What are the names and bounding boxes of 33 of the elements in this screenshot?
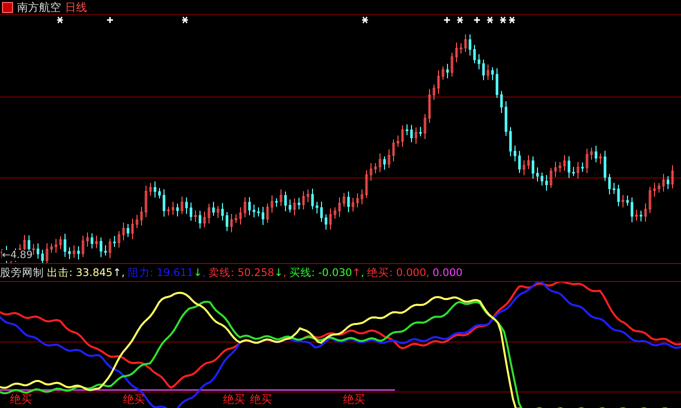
period-label: 日线 — [65, 0, 87, 14]
asterisk-icon — [486, 16, 494, 24]
low-price-label: ←4.89 — [2, 250, 33, 261]
signal-label: 绝买 — [223, 392, 245, 407]
plus-icon — [473, 16, 481, 24]
asterisk-icon — [361, 16, 369, 24]
separator: , — [360, 266, 364, 278]
indicator-reading: 买线: -0.030 — [289, 266, 352, 278]
trend-arrow: ↓ — [193, 266, 202, 278]
plus-icon — [443, 16, 451, 24]
signal-label: 绝买 — [250, 392, 272, 407]
signal-label: 绝买 — [10, 392, 32, 407]
separator: , — [121, 266, 125, 278]
signal-label: 绝买 — [123, 392, 145, 407]
stock-name: 南方航空 — [17, 0, 61, 14]
asterisk-icon — [456, 16, 464, 24]
indicator-reading: 0.000 — [432, 266, 463, 278]
asterisk-icon — [181, 16, 189, 24]
asterisk-icon — [56, 16, 64, 24]
trend-arrow: ↑ — [112, 266, 122, 278]
indicator-reading: 出击: 33.845 — [47, 266, 113, 278]
indicator-reading: 卖线: 50.258 — [208, 266, 274, 278]
trend-arrow: ↓ — [274, 266, 283, 278]
indicator-reading: 绝买: 0.000 — [367, 266, 426, 278]
signal-label: 绝买 — [343, 392, 365, 407]
plus-icon — [106, 16, 114, 24]
indicator-reading: 阻力: 19.611 — [128, 266, 194, 278]
separator: , — [426, 266, 430, 278]
logo-icon — [2, 2, 13, 12]
trend-arrow: ↑ — [352, 266, 361, 278]
separator: , — [202, 266, 206, 278]
separator: , — [283, 266, 286, 278]
indicator-name: 股旁网制 — [0, 266, 44, 280]
